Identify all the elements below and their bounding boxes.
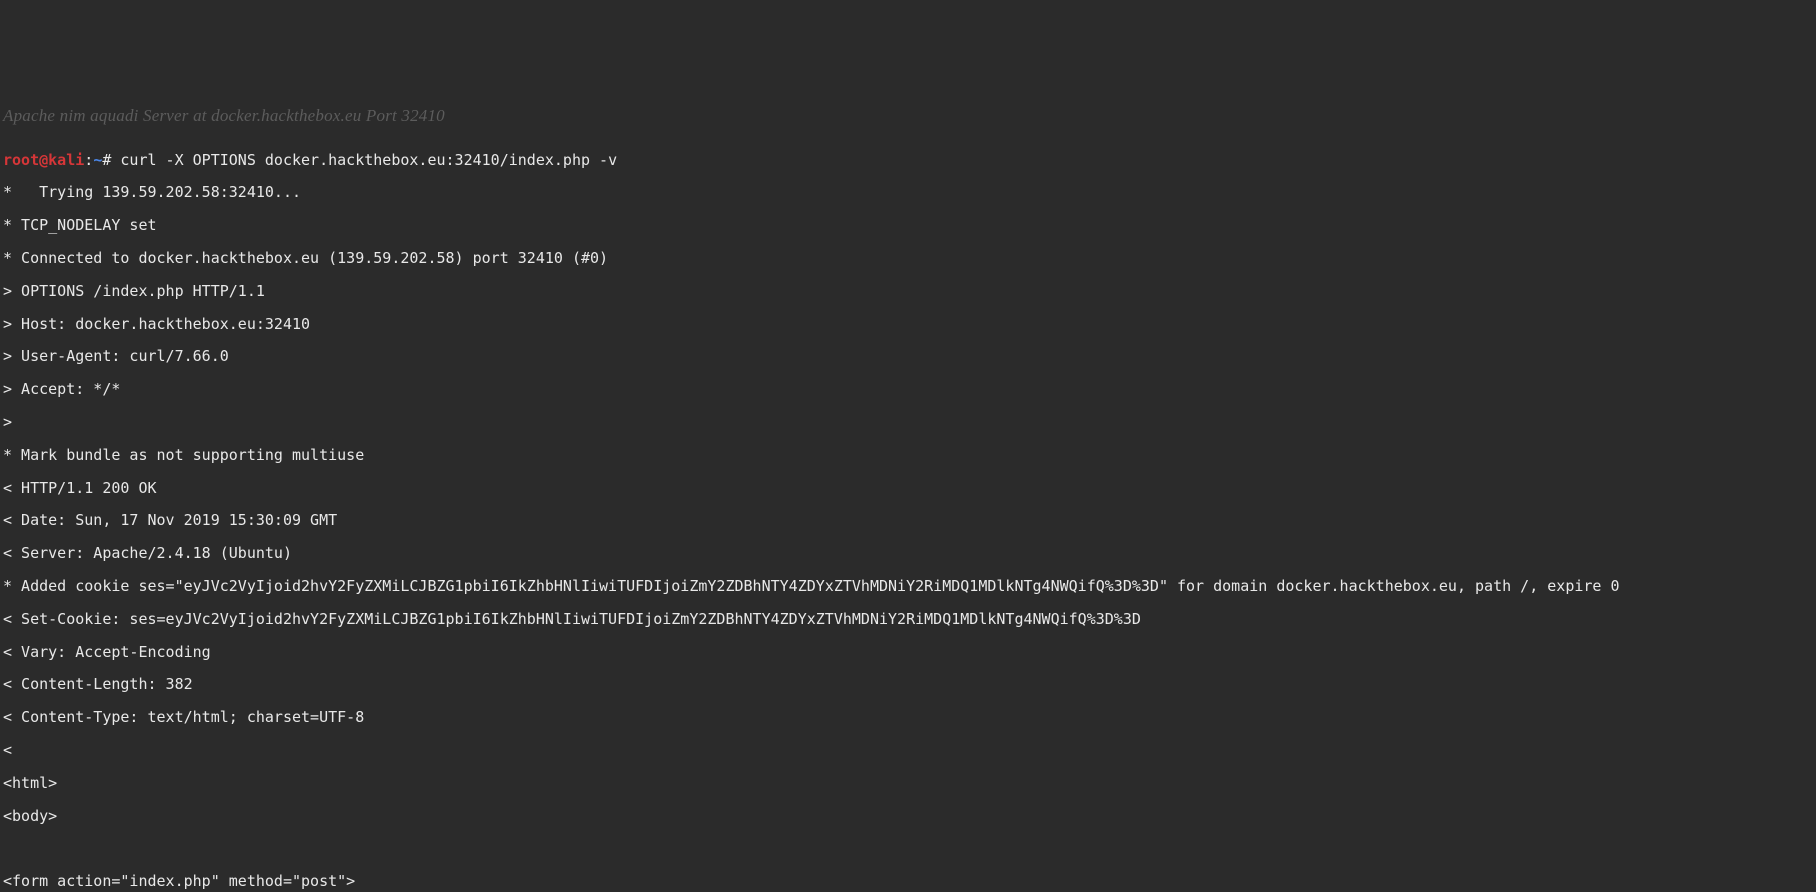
terminal-window[interactable]: Apache nim aquadi Server at docker.hackt… [0,82,1816,810]
output-line: > OPTIONS /index.php HTTP/1.1 [3,283,1813,299]
output-line: <body> [3,808,1813,824]
output-line: < Content-Length: 382 [3,676,1813,692]
terminal-content: root@kali:~# curl -X OPTIONS docker.hack… [3,135,1813,892]
output-line: * TCP_NODELAY set [3,217,1813,233]
output-line: > Accept: */* [3,381,1813,397]
output-line: * Connected to docker.hackthebox.eu (139… [3,250,1813,266]
output-line: < Server: Apache/2.4.18 (Ubuntu) [3,545,1813,561]
prompt-path: ~ [93,151,102,169]
command-text: curl -X OPTIONS docker.hackthebox.eu:324… [120,151,617,169]
prompt-colon: : [84,151,93,169]
output-line: < Vary: Accept-Encoding [3,644,1813,660]
output-line: < Date: Sun, 17 Nov 2019 15:30:09 GMT [3,512,1813,528]
prompt-hash: # [102,151,120,169]
background-footer-text: Apache nim aquadi Server at docker.hackt… [3,108,445,124]
output-line: > [3,414,1813,430]
output-line: * Added cookie ses="eyJVc2VyIjoid2hvY2Fy… [3,578,1813,594]
output-line: < HTTP/1.1 200 OK [3,480,1813,496]
output-line: * Mark bundle as not supporting multiuse [3,447,1813,463]
output-line: <html> [3,775,1813,791]
output-line: <form action="index.php" method="post"> [3,873,1813,889]
output-line: < Content-Type: text/html; charset=UTF-8 [3,709,1813,725]
prompt-line-1: root@kali:~# curl -X OPTIONS docker.hack… [3,152,1813,168]
output-line: < Set-Cookie: ses=eyJVc2VyIjoid2hvY2FyZX… [3,611,1813,627]
output-line: > Host: docker.hackthebox.eu:32410 [3,316,1813,332]
prompt-user: root@kali [3,151,84,169]
output-line: * Trying 139.59.202.58:32410... [3,184,1813,200]
output-line [3,840,1813,856]
output-line: < [3,742,1813,758]
output-line: > User-Agent: curl/7.66.0 [3,348,1813,364]
